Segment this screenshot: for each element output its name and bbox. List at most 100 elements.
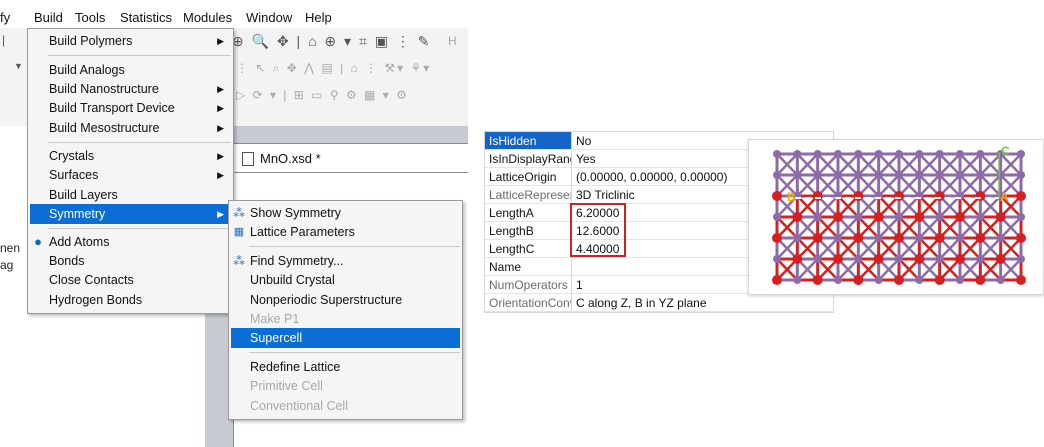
menu-statistics[interactable]: Statistics (120, 10, 172, 25)
oxygen-atom (812, 233, 823, 243)
menu-item-lattice-parameters[interactable]: ▦ Lattice Parameters (229, 222, 462, 242)
manganese-atom (1017, 213, 1025, 221)
manganese-atom (854, 213, 863, 221)
menu-item-build-analogs[interactable]: Build Analogs (28, 60, 233, 80)
manganese-atom (935, 171, 944, 179)
menu-separator (48, 55, 231, 56)
structure-viewer[interactable]: B C A (748, 139, 1044, 295)
menu-item-bonds[interactable]: Bonds (28, 251, 233, 271)
manganese-atom (874, 276, 883, 284)
manganese-atom (956, 150, 964, 158)
property-name: Name (485, 258, 572, 276)
menu-item-label: Build Layers (49, 188, 118, 202)
document-tab[interactable]: MnO.xsd * (234, 144, 468, 173)
menu-item-add-atoms[interactable]: ● Add Atoms (28, 232, 233, 252)
manganese-atom (773, 213, 781, 221)
menu-item-primitive-cell: Primitive Cell (229, 376, 462, 396)
manganese-atom (935, 150, 944, 158)
menu-item-show-symmetry[interactable]: ⁂ Show Symmetry (229, 203, 462, 223)
document-icon (242, 152, 254, 166)
menu-item-redefine-lattice[interactable]: Redefine Lattice (229, 357, 462, 377)
menu-item-label: Build Polymers (49, 34, 133, 48)
symmetry-submenu: ⁂ Show Symmetry ▦ Lattice Parameters ⁂ F… (228, 200, 463, 420)
menu-item-unbuild-crystal[interactable]: Unbuild Crystal (229, 270, 462, 290)
oxygen-atom (955, 254, 965, 264)
manganese-atom (793, 150, 802, 158)
menu-modify[interactable]: fy (0, 10, 10, 25)
oxygen-atom (772, 233, 782, 243)
manganese-atom (793, 234, 802, 242)
menu-modules[interactable]: Modules (183, 10, 232, 25)
menu-window[interactable]: Window (246, 10, 292, 25)
oxygen-atom (772, 275, 782, 285)
oxygen-atom (934, 233, 945, 243)
menu-item-label: Nonperiodic Superstructure (250, 293, 403, 307)
menu-item-surfaces[interactable]: Surfaces ▶ (28, 165, 233, 185)
manganese-atom (976, 171, 985, 179)
toolbar-left-2[interactable]: ▼ (14, 61, 25, 71)
menu-item-find-symmetry[interactable]: ⁂ Find Symmetry... (229, 251, 462, 271)
toolbar-row-3-icons[interactable]: ▷ ⟳ ▾ | ⊞ ▭ ⚲ ⚙ ▦ ▾ ⚙ (236, 88, 409, 102)
property-row-orientationconvention[interactable]: OrientationConvention C along Z, B in YZ… (485, 294, 833, 312)
menu-item-label: Make P1 (250, 312, 300, 326)
menu-item-label: Crystals (49, 149, 95, 163)
menu-item-label: Build Nanostructure (49, 82, 159, 96)
property-value[interactable]: C along Z, B in YZ plane (572, 294, 833, 312)
menu-item-build-nanostructure[interactable]: Build Nanostructure ▶ (28, 79, 233, 99)
manganese-atom (996, 234, 1005, 242)
manganese-atom (874, 234, 883, 242)
menu-item-symmetry[interactable]: Symmetry ▶ (30, 204, 231, 224)
oxygen-atom (853, 275, 864, 285)
menu-bar: fy Build Tools Statistics Modules Window… (0, 8, 468, 28)
menu-item-build-polymers[interactable]: Build Polymers ▶ (28, 31, 233, 51)
submenu-arrow-icon: ▶ (217, 36, 224, 46)
manganese-atom (976, 255, 985, 263)
manganese-atom (854, 255, 863, 263)
manganese-atom (915, 276, 924, 284)
menu-item-hydrogen-bonds[interactable]: Hydrogen Bonds (28, 290, 233, 310)
menu-item-make-p1: Make P1 (229, 309, 462, 329)
property-name: OrientationConvention (485, 294, 572, 312)
oxygen-atom (1016, 191, 1026, 201)
menu-item-supercell[interactable]: Supercell (231, 328, 460, 348)
manganese-atom (854, 150, 863, 158)
toolbar-left-1[interactable]: | (2, 33, 7, 47)
property-name: NumOperators (485, 276, 572, 294)
menu-item-build-transport-device[interactable]: Build Transport Device ▶ (28, 98, 233, 118)
menu-item-build-mesostructure[interactable]: Build Mesostructure ▶ (28, 118, 233, 138)
menu-item-label: Build Mesostructure (49, 121, 160, 135)
menu-item-label: Hydrogen Bonds (49, 293, 143, 307)
property-name: IsHidden (485, 132, 572, 150)
menu-item-nonperiodic-superstructure[interactable]: Nonperiodic Superstructure (229, 290, 462, 310)
menu-separator (249, 246, 460, 247)
menu-build[interactable]: Build (34, 10, 63, 25)
manganese-atom (793, 276, 802, 284)
submenu-arrow-icon: ▶ (217, 123, 224, 133)
manganese-atom (1017, 171, 1025, 179)
show-symmetry-icon: ⁂ (233, 206, 245, 220)
menu-item-build-layers[interactable]: Build Layers (28, 185, 233, 205)
toolbar-row-1-icons[interactable]: ⊕ 🔍 ✥ | ⌂ ⊕ ▾ ⌗ ▣ ⋮ ✎ (232, 33, 431, 50)
menu-item-label: Symmetry (49, 207, 106, 221)
axis-label-b: B (787, 190, 796, 204)
toolbar-row-2-icons[interactable]: ⋮ ↖ ⌕ ✥ ⋀ ▤ | ⌂ ⋮ ⚒▾ ⚘▾ (236, 61, 431, 76)
menu-item-close-contacts[interactable]: Close Contacts (28, 270, 233, 290)
submenu-arrow-icon: ▶ (217, 209, 224, 219)
add-atoms-icon: ● (34, 234, 42, 249)
menu-item-label: Surfaces (49, 168, 99, 182)
oxygen-atom (995, 212, 1006, 222)
menu-help[interactable]: Help (305, 10, 332, 25)
lattice-parameters-icon: ▦ (233, 226, 245, 238)
manganese-atom (773, 171, 781, 179)
menu-item-crystals[interactable]: Crystals ▶ (28, 146, 233, 166)
manganese-atom (956, 276, 964, 284)
manganese-atom (813, 255, 822, 263)
manganese-atom (996, 171, 1005, 179)
menu-tools[interactable]: Tools (75, 10, 105, 25)
oxygen-atom (1016, 233, 1026, 243)
toolbar-hint: H (448, 34, 459, 48)
oxygen-atom (955, 212, 965, 222)
property-name: LatticeRepresentation (485, 186, 572, 204)
oxygen-atom (934, 275, 945, 285)
menu-item-label: Supercell (250, 331, 303, 345)
